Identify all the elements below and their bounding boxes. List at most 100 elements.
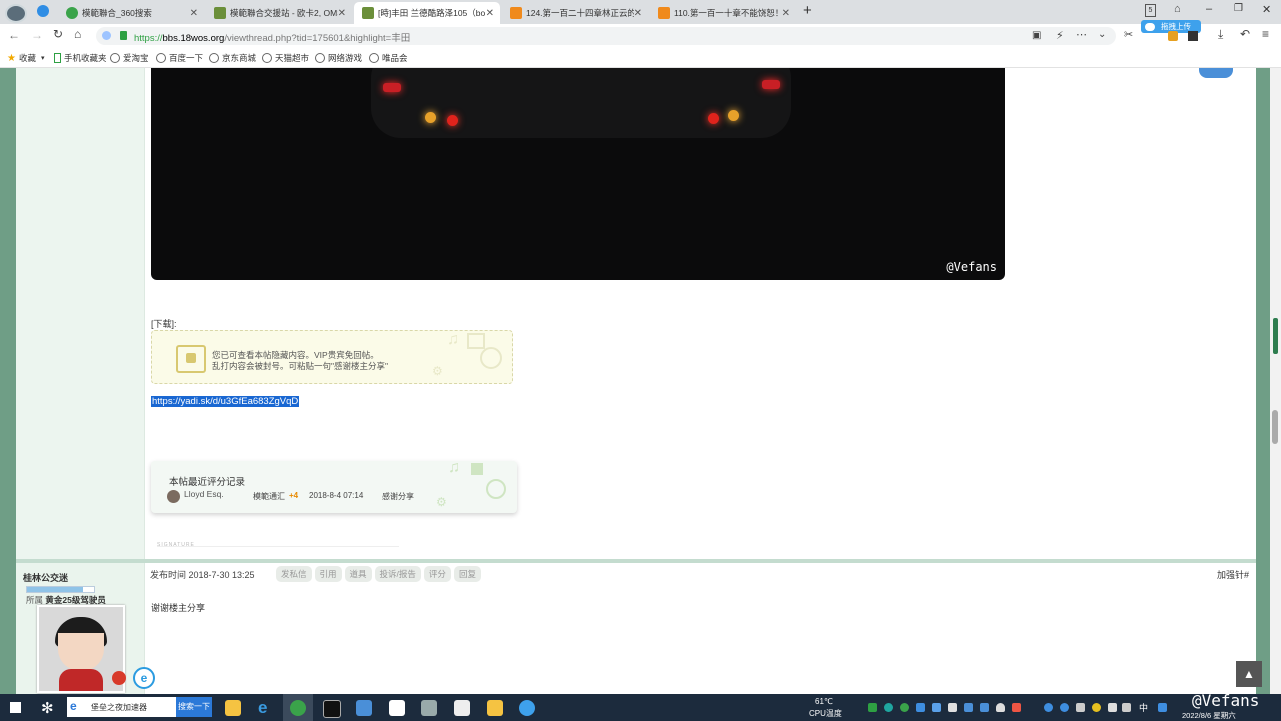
apps-icon[interactable] [1188,31,1198,41]
close-icon[interactable]: ✕ [190,8,198,19]
download-icon[interactable]: ⤓ [1218,27,1223,42]
network-icon[interactable] [1122,703,1131,712]
bookmark-vip[interactable]: 唯品会 [369,52,408,64]
tray-app-icon[interactable] [948,703,957,712]
bookmark-baidu[interactable]: 百度一下 [156,52,203,64]
bookmark-jd[interactable]: 京东商城 [209,52,256,64]
printer-icon[interactable] [421,700,437,716]
minimize-button[interactable]: – [1206,3,1212,15]
tray-app-icon[interactable] [1044,703,1053,712]
tray-app-icon[interactable] [1076,703,1085,712]
bookmark-tmall[interactable]: 天猫超市 [262,52,309,64]
scrollbar-thumb[interactable] [1272,410,1278,444]
signature-line [157,546,399,547]
rate-reason: 感谢分享 [382,492,414,501]
ie-icon[interactable]: e [258,699,274,716]
bookmark-favorites[interactable]: ★ 收藏 ▾ [7,52,45,64]
tray-app-icon[interactable] [964,703,973,712]
scissors-icon[interactable]: ✂ [1124,28,1133,41]
tray-app-icon[interactable] [1012,703,1021,712]
floor-number[interactable]: 加强针# [1217,568,1249,581]
reply-username[interactable]: 桂林公交迷 [23,571,68,584]
star-icon: ★ [7,52,16,64]
page-background: @Vefans [下载]: 您已可查看本帖隐藏内容。VIP贵宾免回帖。 乱打内容… [0,68,1281,694]
pinwheel-icon[interactable]: ✻ [41,699,54,717]
undo-icon[interactable]: ↶ [1240,27,1250,41]
url-field[interactable]: https://bbs.18wos.org/viewthread.php?tid… [96,27,1116,45]
bird-app-icon[interactable] [356,700,372,716]
tray-app-icon[interactable] [1060,703,1069,712]
more-icon[interactable]: ⋯ [1076,28,1087,41]
reply-button[interactable]: 回复 [453,566,481,582]
close-icon[interactable]: ✕ [782,8,790,19]
skin-icon[interactable]: ⌂ [1174,3,1181,15]
avatar[interactable] [167,490,180,503]
bookmark-label: 收藏 [18,53,36,63]
home-icon[interactable]: ⌂ [74,27,81,41]
capcut-icon[interactable] [323,700,341,718]
tab-forum-home[interactable]: 模範聯合交援站 - 欧卡2, OMSI ✕ [206,2,352,24]
brake-light [447,115,458,126]
scrollbar[interactable] [1270,68,1281,694]
window-close-button[interactable]: ✕ [1262,3,1271,16]
send-message-button[interactable]: 发私信 [276,566,312,582]
refresh-icon[interactable]: ↻ [53,27,63,41]
menu-icon[interactable]: ≡ [1262,27,1269,41]
ime-mode-icon[interactable] [1158,703,1167,712]
maximize-button[interactable]: ❐ [1234,3,1243,14]
tab-bar: 模範聯合_360搜索 ✕ 模範聯合交援站 - 欧卡2, OMSI ✕ [時]丰田… [0,0,1281,24]
tray-app-icon[interactable] [900,703,909,712]
tray-app-icon[interactable] [932,703,941,712]
close-icon[interactable]: ✕ [634,8,642,19]
store-icon[interactable] [389,700,405,716]
close-icon[interactable]: ✕ [486,8,494,19]
tab-360-search[interactable]: 模範聯合_360搜索 ✕ [58,2,204,24]
forward-icon[interactable]: → [31,28,43,42]
file-explorer-icon[interactable] [225,700,241,716]
tools-button[interactable]: 道具 [344,566,372,582]
back-to-top-button[interactable]: ▲ [1236,661,1262,687]
tray-app-icon[interactable] [884,703,893,712]
bookmark-taobao[interactable]: 爱淘宝 [110,52,149,64]
car-body-shape [371,68,791,138]
report-button[interactable]: 投诉/报告 [374,566,421,582]
tray-app-icon[interactable] [916,703,925,712]
input-method[interactable]: 中 [1139,701,1148,714]
folder-icon[interactable] [487,700,503,716]
chevron-down-icon[interactable]: ⌄ [1098,29,1106,40]
bell-icon[interactable] [996,703,1005,712]
url-path: /viewthread.php?tid=175601&highlight=丰田 [224,33,411,44]
quote-button[interactable]: 引用 [314,566,342,582]
sidebar-panel-icon[interactable]: 5 [1145,4,1156,17]
download-link[interactable]: https://yadi.sk/d/u3GfEa683ZgVqD [151,396,300,407]
document-icon[interactable] [454,700,470,716]
taskbar-search-field[interactable]: e 堡垒之夜加速器 [67,697,176,717]
rate-button[interactable]: 评分 [423,566,451,582]
telegram-icon[interactable] [37,5,49,17]
tray-app-icon[interactable] [980,703,989,712]
tray-app-icon[interactable] [868,703,877,712]
windows-start-icon[interactable] [10,702,21,713]
browser-logo-icon[interactable] [5,4,27,23]
bird-logo-icon[interactable]: ✦ [1199,68,1233,78]
post-photo[interactable]: @Vefans [151,68,1005,280]
extension-icon[interactable] [1168,31,1178,41]
music-icon: ♫ [448,459,460,476]
back-icon[interactable]: ← [8,28,20,42]
new-tab-button[interactable]: + [803,2,812,19]
tab-current-thread[interactable]: [時]丰田 兰德酷路泽105（bo ✕ [354,2,500,24]
close-icon[interactable]: ✕ [338,8,346,19]
taskbar-search-button[interactable]: 搜索一下 [176,697,212,717]
tray-app-icon[interactable] [1092,703,1101,712]
ie-icon[interactable]: e [133,667,155,689]
shield-icon[interactable] [1108,703,1117,712]
lightning-icon[interactable]: ⚡ [1056,29,1064,42]
cloud-drive-icon[interactable] [519,700,535,716]
360-browser-icon[interactable] [290,700,306,716]
tab-novel-124[interactable]: 124.第一百二十四章林正云的 ✕ [502,2,648,24]
bookmark-games[interactable]: 网络游戏 [315,52,362,64]
screenshot-icon[interactable]: ▣ [1032,30,1041,41]
bookmark-mobile[interactable]: 手机收藏夹 [54,52,107,64]
tab-novel-110[interactable]: 110.第一百一十章不能饶恕！ ✕ [650,2,796,24]
rater-name[interactable]: Lloyd Esq. [184,489,224,499]
